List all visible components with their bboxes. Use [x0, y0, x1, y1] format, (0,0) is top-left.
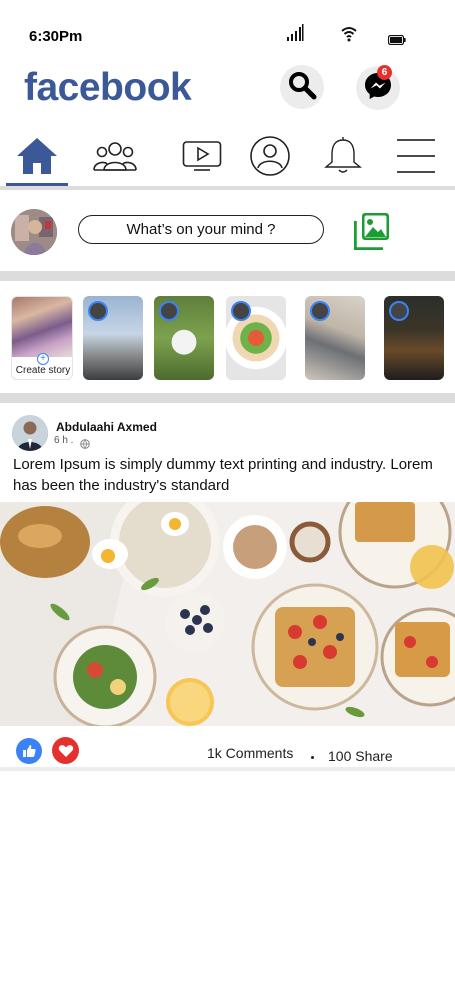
post-reactions: 1k Comments 100 Share — [0, 736, 455, 766]
tab-home[interactable] — [6, 130, 68, 186]
divider — [0, 186, 455, 190]
stories-strip: + Create story — [0, 295, 455, 383]
heart-icon[interactable] — [52, 737, 79, 764]
nav-tabs — [0, 130, 455, 188]
story-card[interactable] — [305, 296, 365, 380]
profile-icon — [249, 135, 291, 182]
story-avatar — [88, 301, 108, 321]
story-card[interactable] — [154, 296, 214, 380]
globe-icon — [80, 436, 90, 454]
messenger-badge: 6 — [377, 65, 392, 80]
avatar[interactable] — [11, 209, 57, 255]
facebook-logo: facebook — [24, 66, 192, 109]
divider — [0, 393, 455, 403]
status-time: 6:30Pm — [29, 28, 83, 45]
separator-dot — [311, 756, 314, 759]
shares-count[interactable]: 100 Share — [328, 748, 393, 764]
video-icon — [182, 140, 222, 177]
divider — [0, 271, 455, 281]
whats-on-your-mind-input[interactable]: What’s on your mind ? — [78, 215, 324, 244]
hamburger-icon — [396, 138, 436, 179]
author-avatar[interactable] — [12, 415, 48, 451]
story-card[interactable] — [226, 296, 286, 380]
create-story-label: Create story — [15, 365, 71, 376]
tab-notifications[interactable] — [320, 130, 366, 186]
photo-icon[interactable] — [353, 212, 390, 255]
tab-friends[interactable] — [89, 130, 141, 186]
story-avatar — [310, 301, 330, 321]
battery-icon — [387, 32, 406, 50]
tab-profile[interactable] — [247, 130, 293, 186]
story-avatar — [159, 301, 179, 321]
status-bar: 6:30Pm — [0, 0, 455, 58]
post-time: 6 h . — [54, 435, 74, 446]
create-story-photo — [12, 297, 72, 357]
like-icon[interactable] — [16, 738, 42, 764]
search-icon — [287, 70, 317, 105]
signal-icon — [286, 24, 304, 47]
search-button[interactable] — [280, 65, 324, 109]
tab-watch[interactable] — [179, 130, 225, 186]
bell-icon — [322, 136, 364, 181]
friends-icon — [93, 140, 137, 177]
comments-count[interactable]: 1k Comments — [207, 745, 293, 761]
divider — [0, 767, 455, 771]
story-avatar — [231, 301, 251, 321]
story-card[interactable] — [384, 296, 444, 380]
story-card[interactable] — [83, 296, 143, 380]
wifi-icon — [341, 26, 357, 47]
post-image[interactable] — [0, 502, 455, 726]
story-avatar — [389, 301, 409, 321]
plus-icon[interactable]: + — [37, 353, 49, 365]
post-text: Lorem Ipsum is simply dummy text printin… — [13, 456, 433, 494]
home-icon — [15, 136, 59, 181]
post-composer: What’s on your mind ? — [0, 200, 455, 262]
create-story-card[interactable]: + Create story — [11, 296, 73, 380]
post-header: Abdulaahi Axmed 6 h . — [0, 413, 455, 453]
post-author[interactable]: Abdulaahi Axmed — [56, 420, 157, 434]
tab-menu[interactable] — [393, 130, 439, 186]
